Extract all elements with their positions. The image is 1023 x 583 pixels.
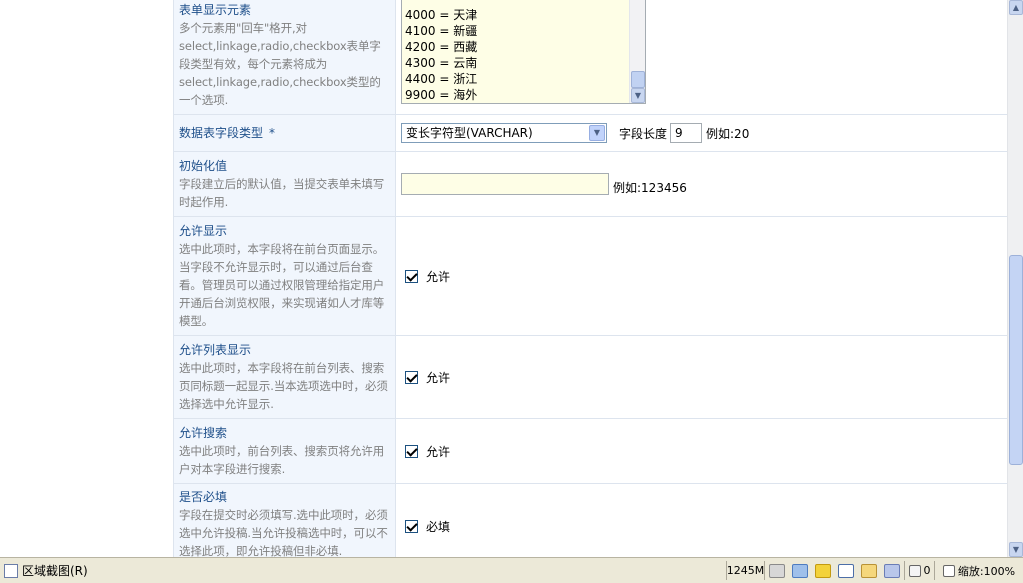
row-label-cell: 允许列表显示 选中此项时，本字段将在前台列表、搜索页同标题一起显示.当本选项选中…: [173, 335, 396, 419]
zoom-icon: [942, 564, 955, 577]
options-listbox[interactable]: 4000 = 天津 4100 = 新疆 4200 = 西藏 4300 = 云南 …: [401, 0, 646, 104]
allow-list-checkbox[interactable]: [405, 370, 418, 384]
allow-list-checkbox-label[interactable]: 允许: [426, 369, 450, 386]
allow-display-checkbox-label[interactable]: 允许: [426, 268, 450, 285]
required-checkbox[interactable]: [405, 520, 418, 533]
zoom-control[interactable]: 缩放:100%: [934, 561, 1023, 580]
allow-search-checkbox-label[interactable]: 允许: [426, 443, 450, 460]
listbox-scroll-thumb[interactable]: [631, 71, 645, 88]
default-value-input[interactable]: [401, 173, 609, 195]
download-icon[interactable]: [791, 563, 808, 578]
memory-indicator: 1245M: [726, 561, 764, 580]
scroll-up-icon[interactable]: ▲: [1009, 0, 1023, 15]
scroll-down-icon[interactable]: ▼: [631, 88, 645, 103]
default-value-description: 字段建立后的默认值，当提交表单未填写时起作用.: [179, 176, 385, 209]
lightning-icon[interactable]: [814, 563, 831, 578]
required-description: 字段在提交时必须填写.选中此项时，必须选中允许投稿.当允许投稿选中时，可以不选择…: [179, 508, 388, 557]
status-left-text: 区域截图(R): [22, 564, 88, 578]
form-row-default-value: 初始化值 字段建立后的默认值，当提交表单未填写时起作用. 例如:123456: [173, 151, 1007, 217]
list-item[interactable]: 4000 = 天津: [405, 7, 477, 23]
row-label-cell: 数据表字段类型 *: [173, 114, 396, 152]
allow-list-title: 允许列表显示: [179, 342, 252, 357]
row-label-cell: 初始化值 字段建立后的默认值，当提交表单未填写时起作用.: [173, 151, 396, 217]
allow-list-description: 选中此项时，本字段将在前台列表、搜索页同标题一起显示.当本选项选中时，必须选择选…: [179, 360, 388, 411]
allow-display-checkbox[interactable]: [405, 269, 418, 283]
field-length-label: 字段长度: [619, 126, 668, 141]
form-row-options: 表单显示元素 多个元素用"回车"格开,对select,linkage,radio…: [173, 0, 1007, 115]
counter-indicator: 0: [904, 561, 934, 580]
layers-icon[interactable]: [884, 563, 901, 578]
zoom-text: 缩放:100%: [957, 564, 1016, 578]
field-form-table: 表单显示元素 多个元素用"回车"格开,对select,linkage,radio…: [173, 0, 1007, 557]
form-row-allow-display: 允许显示 选中此项时，本字段将在前台页面显示。当字段不允许显示时，可以通过后台查…: [173, 216, 1007, 336]
field-length-example: 例如:20: [706, 126, 750, 141]
frame-icon: [908, 564, 921, 577]
row-label-cell: 允许显示 选中此项时，本字段将在前台页面显示。当字段不允许显示时，可以通过后台查…: [173, 216, 396, 336]
form-row-allow-search: 允许搜索 选中此项时，前台列表、搜索页将允许用户对本字段进行搜索. 允许: [173, 418, 1007, 484]
status-icons: [764, 561, 904, 580]
window-icon[interactable]: [838, 563, 855, 578]
page-scrollbar[interactable]: ▲ ▼: [1007, 0, 1023, 557]
default-value-title: 初始化值: [179, 158, 228, 173]
list-item[interactable]: 9900 = 海外: [405, 87, 477, 103]
row-value-cell: 4000 = 天津 4100 = 新疆 4200 = 西藏 4300 = 云南 …: [395, 0, 1007, 115]
row-value-cell: 变长字符型(VARCHAR) ▼ 字段长度 例如:20: [395, 114, 1007, 152]
allow-search-description: 选中此项时，前台列表、搜索页将允许用户对本字段进行搜索.: [179, 443, 385, 476]
row-label-cell: 表单显示元素 多个元素用"回车"格开,对select,linkage,radio…: [173, 0, 396, 115]
memory-text: 1245M: [726, 564, 765, 577]
row-value-cell: 必填: [395, 483, 1007, 557]
options-title: 表单显示元素: [179, 2, 252, 17]
counter-text: 0: [923, 564, 931, 577]
list-item[interactable]: 4400 = 浙江: [405, 71, 477, 87]
row-value-cell: 允许: [395, 216, 1007, 336]
options-list: 4000 = 天津 4100 = 新疆 4200 = 西藏 4300 = 云南 …: [405, 7, 477, 103]
allow-search-checkbox[interactable]: [405, 444, 418, 458]
chevron-down-icon[interactable]: ▼: [589, 125, 605, 141]
page-icon: [4, 563, 18, 578]
page-scroll-thumb[interactable]: [1009, 255, 1023, 465]
list-item[interactable]: 4100 = 新疆: [405, 23, 477, 39]
allow-display-description: 选中此项时，本字段将在前台页面显示。当字段不允许显示时，可以通过后台查看。管理员…: [179, 241, 385, 328]
scroll-down-icon[interactable]: ▼: [1009, 542, 1023, 557]
status-bar: 区域截图(R) 1245M 0 缩放:100%: [0, 557, 1023, 583]
screenshot-tool[interactable]: 区域截图(R): [4, 562, 88, 579]
row-value-cell: 允许: [395, 335, 1007, 419]
row-label-cell: 允许搜索 选中此项时，前台列表、搜索页将允许用户对本字段进行搜索.: [173, 418, 396, 484]
required-checkbox-label[interactable]: 必填: [426, 518, 450, 535]
list-item[interactable]: 4200 = 西藏: [405, 39, 477, 55]
field-type-selected-value: 变长字符型(VARCHAR): [406, 126, 533, 140]
row-value-cell: 例如:123456: [395, 151, 1007, 217]
required-title: 是否必填: [179, 490, 228, 504]
form-row-required: 是否必填 字段在提交时必须填写.选中此项时，必须选中允许投稿.当允许投稿选中时，…: [173, 483, 1007, 557]
form-row-field-type: 数据表字段类型 * 变长字符型(VARCHAR) ▼ 字段长度 例如:20: [173, 114, 1007, 152]
field-type-select[interactable]: 变长字符型(VARCHAR) ▼: [401, 123, 607, 143]
field-length-input[interactable]: [670, 123, 703, 143]
folder-icon[interactable]: [861, 563, 878, 578]
speaker-icon[interactable]: [768, 563, 785, 578]
default-value-example: 例如:123456: [613, 180, 687, 195]
allow-display-title: 允许显示: [179, 223, 228, 238]
list-item[interactable]: 4300 = 云南: [405, 55, 477, 71]
page-viewport: 表单显示元素 多个元素用"回车"格开,对select,linkage,radio…: [0, 0, 1007, 557]
field-type-title: 数据表字段类型: [179, 125, 264, 140]
row-label-cell: 是否必填 字段在提交时必须填写.选中此项时，必须选中允许投稿.当允许投稿选中时，…: [173, 483, 396, 557]
required-mark: *: [269, 125, 276, 140]
allow-search-title: 允许搜索: [179, 425, 228, 440]
row-value-cell: 允许: [395, 418, 1007, 484]
form-row-allow-list: 允许列表显示 选中此项时，本字段将在前台列表、搜索页同标题一起显示.当本选项选中…: [173, 335, 1007, 419]
options-description: 多个元素用"回车"格开,对select,linkage,radio,checkb…: [179, 20, 381, 107]
listbox-scrollbar[interactable]: ▲ ▼: [629, 0, 645, 103]
